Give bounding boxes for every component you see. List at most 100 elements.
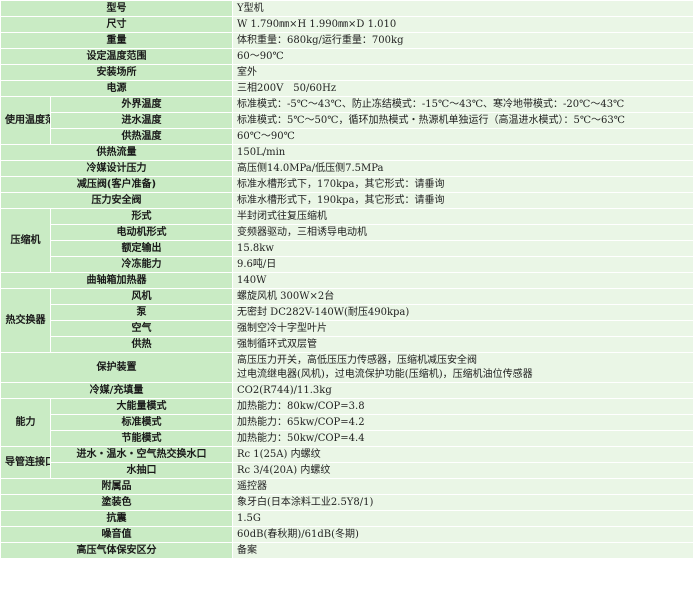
row-value: 强制循环式双层管 <box>232 336 694 353</box>
row-value: 强制空冷十字型叶片 <box>232 320 694 337</box>
protection-line: 高压压力开关，高低压压力传感器，压缩机减压安全阀 <box>237 354 477 366</box>
row-label: 高压气体保安区分 <box>0 542 233 559</box>
row-value: 60dB(春秋期)/61dB(冬期) <box>232 526 694 543</box>
table-row: 设定温度范围 60～90℃ <box>0 48 694 65</box>
table-row: 冷媒设计压力 高压侧14.0MPa/低压侧7.5MPa <box>0 160 694 177</box>
spec-sheet: 型号 Y型机 尺寸 W 1.790㎜×H 1.990㎜×D 1.010 重量 体… <box>0 0 694 604</box>
table-row: 额定输出 15.8kw <box>1 240 694 257</box>
row-value: CO2(R744)/11.3kg <box>232 382 694 399</box>
row-value: 高压侧14.0MPa/低压侧7.5MPa <box>232 160 694 177</box>
row-label: 电动机形式 <box>50 224 233 241</box>
row-label: 重量 <box>0 32 233 49</box>
row-label: 压力安全阀 <box>0 192 233 209</box>
table-row: 重量 体积重量：680kg/运行重量：700kg <box>0 32 694 49</box>
table-row: 热交换器 风机 螺旋风机 300W×2台 <box>0 288 694 353</box>
table-row: 塗装色 象牙白(日本涂料工业2.5Y8/1) <box>0 494 694 511</box>
row-label: 设定温度范围 <box>0 48 233 65</box>
table-row: 进水温度 标准模式：5℃～50℃，循环加热模式・热源机单独运行（高温进水模式）：… <box>1 112 694 129</box>
table-row: 标准模式 加热能力：65kw/COP=4.2 <box>1 414 694 431</box>
row-label: 供热流量 <box>0 144 233 161</box>
table-row: 冷媒/充填量 CO2(R744)/11.3kg <box>0 382 694 399</box>
row-label: 外界温度 <box>50 96 233 113</box>
row-value: 标准模式：5℃～50℃，循环加热模式・热源机单独运行（高温进水模式）：5℃～63… <box>232 112 694 129</box>
group-label-heat-exchanger: 热交换器 <box>0 288 51 353</box>
table-row: 冷冻能力 9.6吨/日 <box>1 256 694 273</box>
table-row: 压力安全阀 标准水槽形式下，190kpa，其它形式：请垂询 <box>0 192 694 209</box>
table-row: 空气 强制空冷十字型叶片 <box>1 320 694 337</box>
row-label: 保护装置 <box>0 352 233 383</box>
row-value: 半封闭式往复压缩机 <box>232 208 694 225</box>
row-value: 三相200V 50/60Hz <box>232 80 694 97</box>
row-label: 塗装色 <box>0 494 233 511</box>
row-label: 冷冻能力 <box>50 256 233 273</box>
row-label: 安装场所 <box>0 64 233 81</box>
row-label: 水抽口 <box>50 462 233 479</box>
protection-line: 过电流继电器(风机)，过电流保护功能(压缩机)，压缩机油位传感器 <box>237 368 533 380</box>
table-row: 泵 无密封 DC282V-140W(耐压490kpa) <box>1 304 694 321</box>
row-value: 1.5G <box>232 510 694 527</box>
group-label-capacity: 能力 <box>0 398 51 447</box>
row-value: 螺旋风机 300W×2台 <box>232 288 694 305</box>
row-value: 加热能力：65kw/COP=4.2 <box>232 414 694 431</box>
table-row: 附属品 遥控器 <box>0 478 694 495</box>
row-value: 标准水槽形式下，190kpa，其它形式：请垂询 <box>232 192 694 209</box>
row-label: 冷媒/充填量 <box>0 382 233 399</box>
table-row: 型号 Y型机 <box>0 0 694 17</box>
row-label: 尺寸 <box>0 16 233 33</box>
table-row: 高压气体保安区分 备案 <box>0 542 694 559</box>
table-row: 导管连接口 进水・温水・空气热交换水口 Rc 1(25A) 内螺纹 <box>0 446 694 479</box>
row-value: 加热能力：50kw/COP=4.4 <box>232 430 694 447</box>
table-row: 能力 大能量模式 加热能力：80kw/COP=3.8 <box>0 398 694 447</box>
row-value: Rc 3/4(20A) 内螺纹 <box>232 462 694 479</box>
row-label: 附属品 <box>0 478 233 495</box>
table-row: 安装场所 室外 <box>0 64 694 81</box>
table-row: 节能模式 加热能力：50kw/COP=4.4 <box>1 430 694 447</box>
row-label: 抗震 <box>0 510 233 527</box>
row-value: 变频器驱动，三相诱导电动机 <box>232 224 694 241</box>
table-row: 噪音值 60dB(春秋期)/61dB(冬期) <box>0 526 694 543</box>
row-value: 象牙白(日本涂料工业2.5Y8/1) <box>232 494 694 511</box>
row-label: 进水・温水・空气热交换水口 <box>50 446 233 463</box>
table-row: 使用温度范围 外界温度 标准模式：-5℃～43℃、防止冻结模式：-15℃～43℃… <box>0 96 694 145</box>
row-label: 供热温度 <box>50 128 233 145</box>
row-label: 标准模式 <box>50 414 233 431</box>
row-value: 标准水槽形式下，170kpa，其它形式：请垂询 <box>232 176 694 193</box>
table-row: 保护装置 高压压力开关，高低压压力传感器，压缩机减压安全阀 过电流继电器(风机)… <box>0 352 694 383</box>
row-value: 加热能力：80kw/COP=3.8 <box>232 398 694 415</box>
row-value: 9.6吨/日 <box>232 256 694 273</box>
row-label: 进水温度 <box>50 112 233 129</box>
row-label: 形式 <box>50 208 233 225</box>
table-row: 曲轴箱加热器 140W <box>0 272 694 289</box>
row-label: 风机 <box>50 288 233 305</box>
table-row: 供热流量 150L/min <box>0 144 694 161</box>
row-value: 遥控器 <box>232 478 694 495</box>
table-row: 电动机形式 变频器驱动，三相诱导电动机 <box>1 224 694 241</box>
row-value: 备案 <box>232 542 694 559</box>
group-label-pipe: 导管连接口 <box>0 446 51 479</box>
table-row: 水抽口 Rc 3/4(20A) 内螺纹 <box>1 462 694 479</box>
row-label: 额定输出 <box>50 240 233 257</box>
row-label: 空气 <box>50 320 233 337</box>
table-row: 减压阀(客户准备) 标准水槽形式下，170kpa，其它形式：请垂询 <box>0 176 694 193</box>
row-value: 标准模式：-5℃～43℃、防止冻结模式：-15℃～43℃、寒冷地带模式：-20℃… <box>232 96 694 113</box>
row-label: 大能量模式 <box>50 398 233 415</box>
row-label: 曲轴箱加热器 <box>0 272 233 289</box>
row-value: 140W <box>232 272 694 289</box>
row-value: 15.8kw <box>232 240 694 257</box>
row-label: 泵 <box>50 304 233 321</box>
row-value: 150L/min <box>232 144 694 161</box>
table-row: 供热温度 60℃～90℃ <box>1 128 694 145</box>
row-label: 减压阀(客户准备) <box>0 176 233 193</box>
table-row: 抗震 1.5G <box>0 510 694 527</box>
row-value: 室外 <box>232 64 694 81</box>
group-label-use-temp: 使用温度范围 <box>0 96 51 145</box>
row-label: 冷媒设计压力 <box>0 160 233 177</box>
table-row: 尺寸 W 1.790㎜×H 1.990㎜×D 1.010 <box>0 16 694 33</box>
table-row: 电源 三相200V 50/60Hz <box>0 80 694 97</box>
row-value: 体积重量：680kg/运行重量：700kg <box>232 32 694 49</box>
row-value: 60℃～90℃ <box>232 128 694 145</box>
table-row: 供热 强制循环式双层管 <box>1 336 694 353</box>
row-label: 节能模式 <box>50 430 233 447</box>
table-row: 压缩机 形式 半封闭式往复压缩机 <box>0 208 694 273</box>
spec-table: 型号 Y型机 尺寸 W 1.790㎜×H 1.990㎜×D 1.010 重量 体… <box>0 0 694 559</box>
